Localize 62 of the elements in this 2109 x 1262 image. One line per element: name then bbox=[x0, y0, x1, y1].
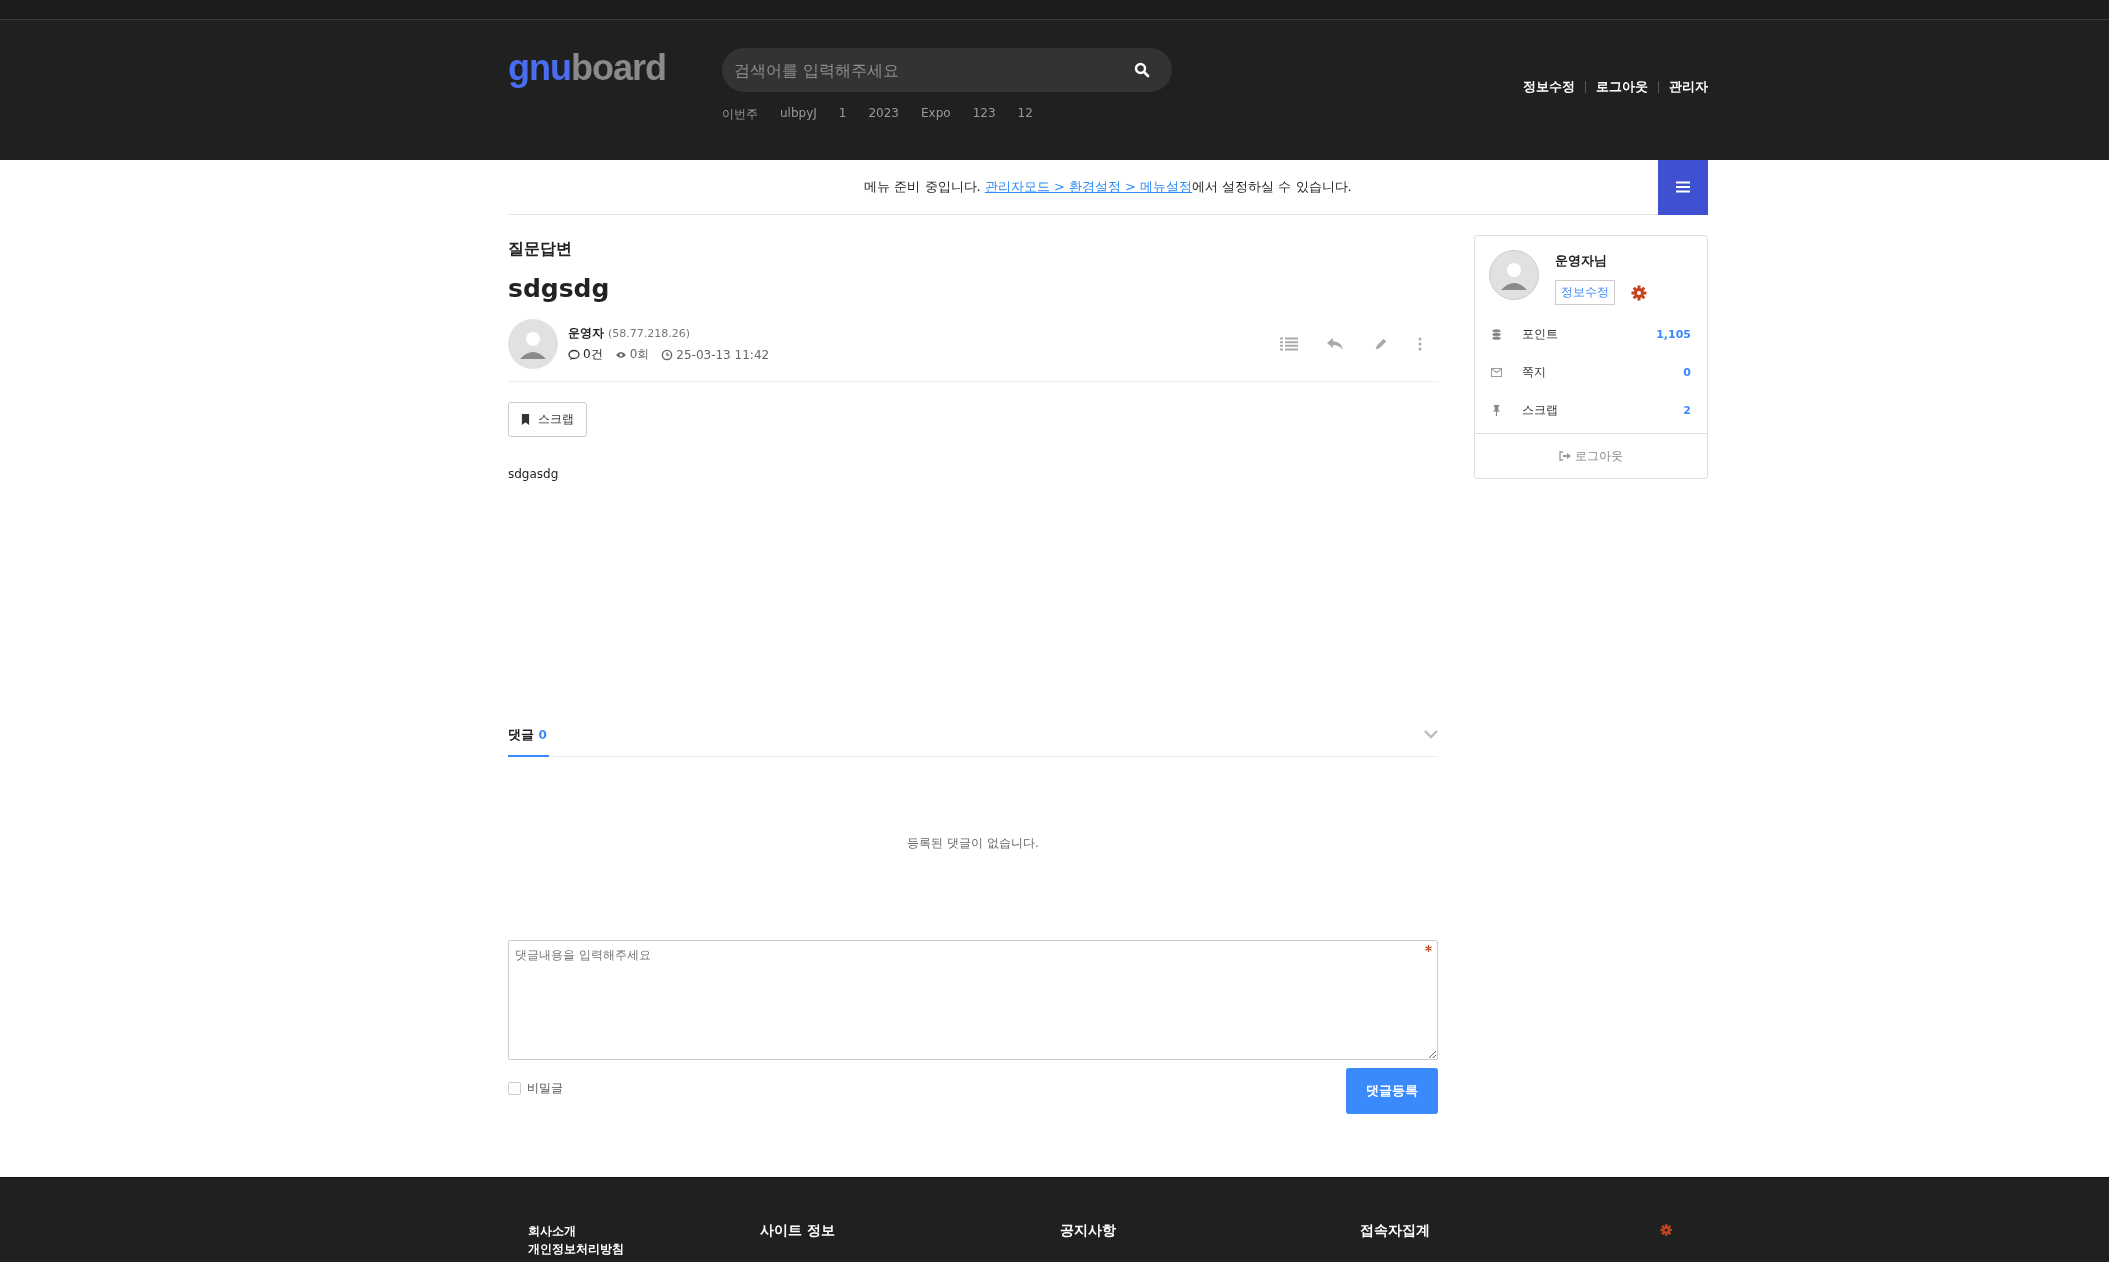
settings-icon[interactable] bbox=[1659, 1222, 1672, 1238]
row-value[interactable]: 2 bbox=[1683, 403, 1691, 417]
row-label: 쪽지 bbox=[1522, 363, 1546, 381]
popular-keyword[interactable]: 1 bbox=[838, 106, 847, 123]
section-heading: 사이트 정보 bbox=[759, 1222, 836, 1240]
required-icon bbox=[1425, 945, 1432, 952]
section-heading: 접속자집계 bbox=[1359, 1222, 1431, 1240]
notice-text: 메뉴 준비 중입니다. 관리자모드 > 환경설정 > 메뉴설정에서 설정하실 수 있습니다. bbox=[863, 178, 1353, 196]
empty-message: 등록된 댓글이 없습니다. bbox=[906, 835, 1040, 852]
more-icon[interactable] bbox=[1418, 337, 1422, 351]
settings-link[interactable]: 관리자모드 > 환경설정 > 메뉴설정 bbox=[984, 179, 1193, 194]
bookmark-icon bbox=[521, 414, 530, 425]
post-date: 25-03-13 11:42 bbox=[676, 347, 770, 362]
comments-tab[interactable]: 댓글 0 bbox=[508, 712, 549, 757]
popular-keyword[interactable]: 123 bbox=[972, 106, 996, 123]
avatar-icon bbox=[508, 319, 558, 369]
coins-icon bbox=[1491, 328, 1502, 340]
view-count: 0회 bbox=[629, 346, 650, 363]
row-value[interactable]: 1,105 bbox=[1656, 327, 1691, 341]
reply-icon[interactable] bbox=[1326, 337, 1344, 351]
row-value[interactable]: 0 bbox=[1683, 365, 1691, 379]
menu-button[interactable] bbox=[1658, 159, 1708, 215]
logout-link[interactable]: 로그아웃 bbox=[1475, 433, 1707, 478]
secret-label[interactable]: 비밀글 bbox=[527, 1080, 563, 1097]
author-ip: (58.77.218.26) bbox=[608, 327, 691, 340]
popular-keyword[interactable]: 2023 bbox=[868, 106, 899, 123]
pin-icon bbox=[1491, 404, 1502, 416]
row-label: 포인트 bbox=[1522, 325, 1558, 343]
footer-link[interactable]: 회사소개 bbox=[528, 1222, 760, 1240]
section-heading: 공지사항 bbox=[1059, 1222, 1117, 1240]
post-title: sdgsdg bbox=[508, 274, 611, 303]
popular-keyword[interactable]: Expo bbox=[921, 106, 951, 123]
footer-link[interactable]: 개인정보처리방침 bbox=[528, 1240, 760, 1258]
comment-icon bbox=[568, 348, 580, 361]
edit-profile-button[interactable]: 정보수정 bbox=[1555, 280, 1615, 305]
list-icon[interactable] bbox=[1280, 337, 1298, 351]
board-name: 질문답변 bbox=[508, 239, 573, 260]
submit-button[interactable]: 댓글등록 bbox=[1346, 1068, 1438, 1114]
comment-field[interactable]: 댓글내용을 입력해주세요 bbox=[508, 940, 1438, 1060]
scrap-button[interactable]: 스크랩 bbox=[508, 402, 587, 437]
header-link[interactable]: 로그아웃 bbox=[1596, 78, 1648, 96]
chevron-down-icon[interactable] bbox=[1424, 729, 1438, 739]
search-icon[interactable] bbox=[1134, 62, 1150, 78]
avatar-icon bbox=[1489, 250, 1539, 300]
popular-keyword[interactable]: 12 bbox=[1017, 106, 1033, 123]
header-link[interactable]: 정보수정 bbox=[1523, 78, 1575, 96]
author-name[interactable]: 운영자 bbox=[568, 325, 604, 342]
clock-icon bbox=[661, 348, 674, 361]
logo[interactable]: gnuboard bbox=[508, 50, 722, 86]
row-label: 스크랩 bbox=[1522, 401, 1558, 419]
popular-keyword[interactable]: ulbpyJ bbox=[780, 106, 817, 123]
comment-count: 0건 bbox=[583, 346, 603, 363]
search-field[interactable]: 검색어를 입력해주세요 bbox=[722, 48, 1172, 92]
secret-checkbox[interactable] bbox=[508, 1082, 521, 1095]
post-body: sdgasdg bbox=[508, 467, 560, 483]
header-link[interactable]: 관리자 bbox=[1669, 78, 1708, 96]
user-name: 운영자님 bbox=[1555, 252, 1608, 270]
settings-icon[interactable] bbox=[1631, 284, 1647, 301]
logout-icon bbox=[1559, 451, 1571, 461]
popular-keyword[interactable]: 이번주 bbox=[722, 106, 758, 123]
envelope-icon bbox=[1491, 366, 1502, 378]
menu-icon[interactable] bbox=[1676, 181, 1690, 193]
